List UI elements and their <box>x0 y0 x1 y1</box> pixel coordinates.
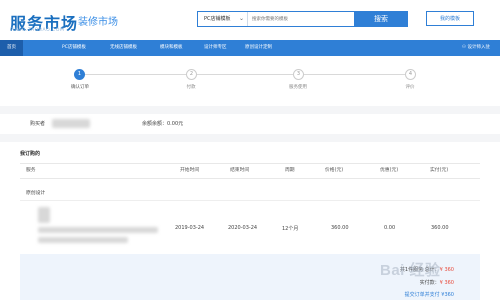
table-row: 2019-03-24 2020-03-24 12个月 360.00 0.00 3… <box>20 200 480 254</box>
logo-domain: FUWU.TAOBAO.COM <box>10 28 65 33</box>
step-3-label: 服务使用 <box>289 85 307 90</box>
step-connector <box>84 74 186 75</box>
col-period: 周期 <box>285 168 295 173</box>
section-gap <box>0 134 500 142</box>
nav-item-modules[interactable]: 模块和模板 <box>160 40 183 56</box>
designer-join-link[interactable]: ⚇ 设计师入驻 <box>462 40 490 56</box>
search-category-select[interactable]: PC店铺模板 ⌄ <box>198 12 248 26</box>
nav-item-pc-templates[interactable]: PC店铺模板 <box>62 40 86 56</box>
balance-label: 余额余额：0.00元 <box>142 121 184 127</box>
search-category-value: PC店铺模板 <box>204 16 231 22</box>
section-gap <box>0 106 500 114</box>
cell-end-time: 2020-03-24 <box>228 225 258 231</box>
step-1-label: 确认订单 <box>71 85 89 90</box>
submit-order-link[interactable]: 提交订单并支付 ¥360 <box>405 291 454 298</box>
search-button[interactable]: 搜索 <box>354 11 408 27</box>
nav-item-designers[interactable]: 设计师专区 <box>204 40 227 56</box>
step-2-indicator: 2 <box>186 69 197 80</box>
chevron-down-icon: ⌄ <box>238 15 244 22</box>
nav-item-custom-design[interactable]: 原创设计定制 <box>245 40 272 56</box>
col-start-time: 开始时间 <box>180 168 200 173</box>
order-group-label: 原创设计 <box>26 191 46 196</box>
cell-start-time: 2019-03-24 <box>175 225 205 231</box>
watermark-logo: Bai 经验 <box>380 262 441 279</box>
order-table-header: 服务 开始时间 结束时间 周期 价格(元) 优惠(元) 实付(元) <box>20 163 480 179</box>
col-paid: 实付(元) <box>430 168 449 173</box>
col-discount: 优惠(元) <box>380 168 399 173</box>
blurred-service-name <box>38 227 158 233</box>
blurred-username <box>52 119 90 128</box>
step-4-label: 评价 <box>405 85 415 90</box>
blurred-thumbnail <box>38 207 50 223</box>
order-section-title: 我订购的 <box>20 151 41 157</box>
cell-paid: 360.00 <box>431 225 449 231</box>
designer-join-label: 设计师入驻 <box>467 45 491 50</box>
buyer-label: 购买者 <box>30 121 46 127</box>
cell-price: 360.00 <box>331 225 349 231</box>
main-nav: 首页 PC店铺模板 无线店铺模板 模块和模板 设计师专区 原创设计定制 ⚇ 设计… <box>0 40 500 56</box>
order-steps: 1 2 3 4 确认订单 付款 服务使用 评价 <box>0 56 500 106</box>
summary-paid: 实付款：¥ 360 <box>420 279 454 286</box>
buyer-info: 购买者 余额余额：0.00元 <box>20 114 480 134</box>
search-input[interactable] <box>252 12 352 26</box>
top-bar: 服务市场 FUWU.TAOBAO.COM 装修市场 PC店铺模板 ⌄ 搜索 我的… <box>0 0 500 40</box>
summary-paid-value: ¥ 360 <box>439 280 454 286</box>
col-price: 价格(元) <box>325 168 344 173</box>
col-service: 服务 <box>26 168 36 173</box>
cell-discount: 0.00 <box>384 225 396 231</box>
my-templates-button[interactable]: 我的模板 <box>426 11 474 26</box>
step-3-indicator: 3 <box>293 69 304 80</box>
step-4-indicator: 4 <box>405 69 416 80</box>
blurred-service-desc <box>38 237 128 243</box>
nav-item-home[interactable]: 首页 <box>0 40 23 56</box>
step-2-label: 付款 <box>186 85 196 90</box>
nav-item-mobile-templates[interactable]: 无线店铺模板 <box>110 40 137 56</box>
summary-paid-label: 实付款： <box>419 280 440 286</box>
search-bar: PC店铺模板 ⌄ 搜索 <box>197 11 408 27</box>
step-1-indicator: 1 <box>74 69 85 80</box>
market-title[interactable]: 装修市场 <box>78 13 118 28</box>
step-connector <box>304 74 405 75</box>
step-connector <box>197 74 293 75</box>
col-end-time: 结束时间 <box>230 168 250 173</box>
summary-total-value: ¥ 360 <box>439 267 454 273</box>
cell-period: 12个月 <box>282 226 299 232</box>
